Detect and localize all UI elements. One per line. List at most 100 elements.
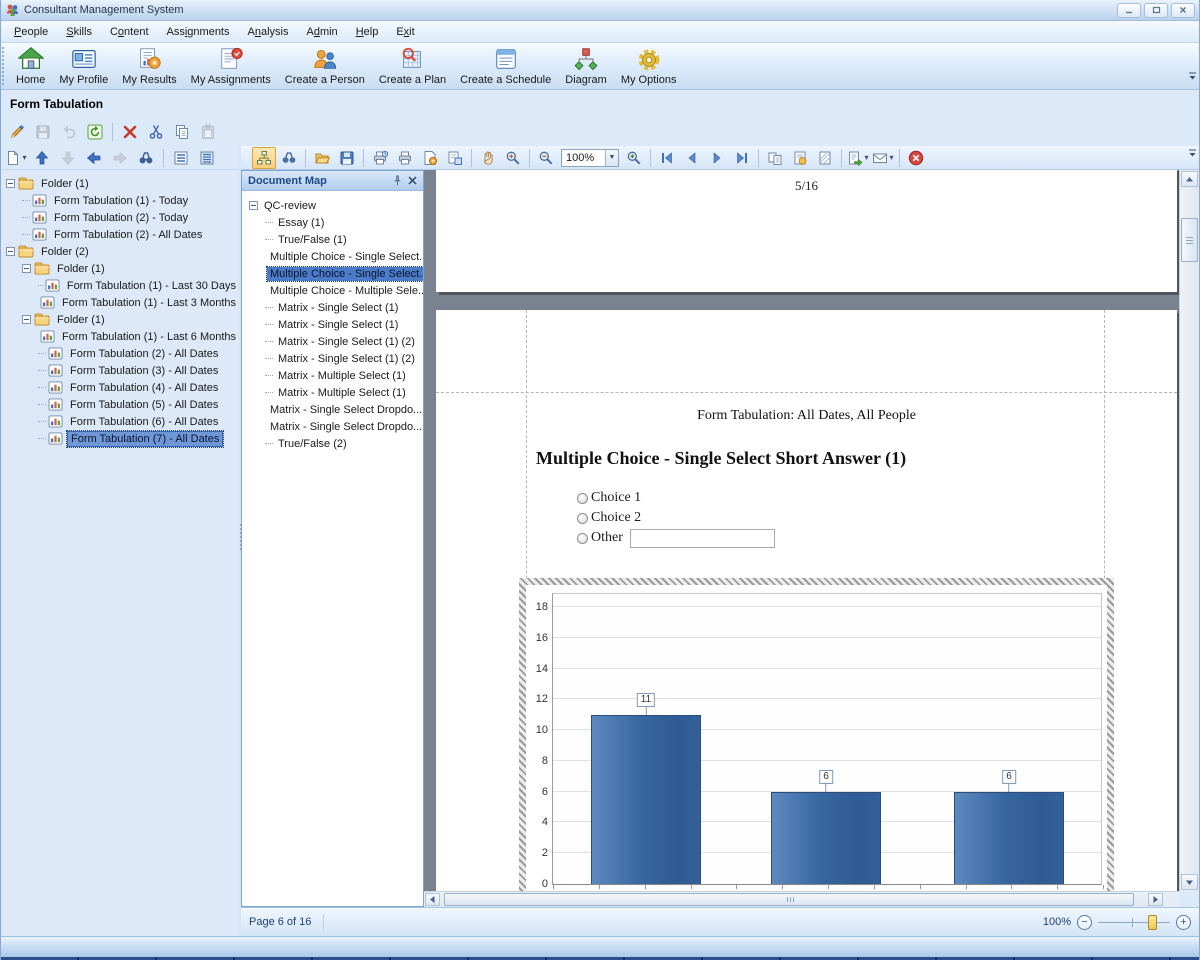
zoom-select-button[interactable] (501, 147, 525, 169)
other-answer-input[interactable] (630, 529, 775, 548)
document-map-item[interactable]: Matrix - Single Select (1) (2) (242, 333, 423, 350)
prev-page-button[interactable] (680, 147, 704, 169)
scale-page-button[interactable] (443, 147, 467, 169)
zoom-slider[interactable] (1098, 915, 1170, 930)
document-map-toggle-button[interactable] (252, 147, 276, 169)
hand-tool-button[interactable] (476, 147, 500, 169)
scroll-left-arrow[interactable] (425, 893, 440, 906)
document-map-item[interactable]: Multiple Choice - Multiple Sele... (242, 282, 423, 299)
toolbar-overflow-button[interactable] (1185, 149, 1199, 166)
export-button[interactable]: ▾ (846, 147, 870, 169)
my-assignments-button[interactable]: My Assignments (184, 43, 278, 89)
menu-content[interactable]: Content (101, 23, 158, 41)
document-map-item[interactable]: QC-review (242, 197, 423, 214)
folder-tree-item[interactable]: Form Tabulation (2) - All Dates (1, 345, 239, 362)
cut-button[interactable] (144, 121, 168, 143)
close-button[interactable] (1171, 3, 1195, 18)
folder-tree-item[interactable]: Folder (1) (1, 311, 239, 328)
pin-icon[interactable] (390, 173, 405, 188)
menu-exit[interactable]: Exit (387, 23, 423, 41)
minimize-button[interactable] (1117, 3, 1141, 18)
send-email-button[interactable]: ▾ (871, 147, 895, 169)
next-page-button[interactable] (705, 147, 729, 169)
tree-expander-icon[interactable] (6, 247, 15, 256)
document-map-item[interactable]: Matrix - Multiple Select (1) (242, 384, 423, 401)
document-map-item[interactable]: True/False (1) (242, 231, 423, 248)
dropdown-arrow-icon[interactable]: ▾ (22, 153, 26, 162)
diagram-button[interactable]: Diagram (558, 43, 614, 89)
save-report-button[interactable] (335, 147, 359, 169)
menu-assignments[interactable]: Assignments (158, 23, 239, 41)
document-map-item[interactable]: Multiple Choice - Single Select... (242, 248, 423, 265)
tree-expander-icon[interactable] (22, 315, 31, 324)
scroll-down-arrow[interactable] (1181, 874, 1198, 890)
menu-admin[interactable]: Admin (297, 23, 346, 41)
scroll-right-arrow[interactable] (1148, 893, 1163, 906)
menu-analysis[interactable]: Analysis (239, 23, 298, 41)
vertical-scroll-thumb[interactable] (1181, 218, 1198, 262)
my-results-button[interactable]: My Results (115, 43, 183, 89)
dropdown-arrow-icon[interactable]: ▾ (864, 153, 868, 162)
document-map-item[interactable]: Matrix - Single Select (1) (2) (242, 350, 423, 367)
stop-button[interactable] (904, 147, 928, 169)
create-a-schedule-button[interactable]: Create a Schedule (453, 43, 558, 89)
folder-tree-item[interactable]: Form Tabulation (1) - Today (1, 192, 239, 209)
refresh-button[interactable] (83, 121, 107, 143)
find-button[interactable] (134, 147, 158, 169)
open-file-button[interactable] (310, 147, 334, 169)
delete-button[interactable] (118, 121, 142, 143)
folder-tree-item[interactable]: Folder (2) (1, 243, 239, 260)
folder-tree-item[interactable]: Folder (1) (1, 260, 239, 277)
close-panel-icon[interactable] (405, 173, 420, 188)
zoom-in-button[interactable]: + (1176, 915, 1191, 930)
move-up-button[interactable] (30, 147, 54, 169)
toolbar-grip[interactable] (2, 47, 8, 85)
horizontal-scroll-thumb[interactable] (444, 893, 1134, 906)
folder-tree-item[interactable]: Form Tabulation (1) - Last 30 Days (1, 277, 239, 294)
first-page-button[interactable] (655, 147, 679, 169)
scroll-up-arrow[interactable] (1181, 171, 1198, 187)
new-item-button[interactable]: ▾ (4, 147, 28, 169)
watermark-button[interactable] (813, 147, 837, 169)
radio-button-icon[interactable] (577, 493, 588, 504)
folder-tree-item[interactable]: Form Tabulation (6) - All Dates (1, 413, 239, 430)
document-map-item[interactable]: Matrix - Single Select Dropdo... (242, 418, 423, 435)
last-page-button[interactable] (730, 147, 754, 169)
print-options-button[interactable] (418, 147, 442, 169)
combo-dropdown-icon[interactable]: ▼ (605, 150, 618, 166)
zoom-in-button[interactable] (622, 147, 646, 169)
tree-expander-icon[interactable] (22, 264, 31, 273)
panel-splitter[interactable] (239, 146, 241, 936)
horizontal-scrollbar[interactable] (424, 891, 1179, 907)
folder-tree-item[interactable]: Form Tabulation (1) - Last 3 Months (1, 294, 239, 311)
folder-tree-item[interactable]: Form Tabulation (7) - All Dates (1, 430, 239, 447)
create-a-plan-button[interactable]: Create a Plan (372, 43, 453, 89)
page-color-button[interactable] (788, 147, 812, 169)
zoom-out-button[interactable] (534, 147, 558, 169)
dropdown-arrow-icon[interactable]: ▾ (889, 153, 893, 162)
zoom-slider-thumb[interactable] (1148, 915, 1157, 930)
document-map-item[interactable]: True/False (2) (242, 435, 423, 452)
menu-people[interactable]: People (5, 23, 57, 41)
maximize-button[interactable] (1144, 3, 1168, 18)
radio-button-icon[interactable] (577, 513, 588, 524)
move-left-button[interactable] (82, 147, 106, 169)
folder-tree-item[interactable]: Form Tabulation (4) - All Dates (1, 379, 239, 396)
edit-pencil-button[interactable] (5, 121, 29, 143)
vertical-scrollbar[interactable] (1179, 170, 1199, 891)
menu-skills[interactable]: Skills (57, 23, 101, 41)
document-map-item[interactable]: Matrix - Multiple Select (1) (242, 367, 423, 384)
copy-button[interactable] (170, 121, 194, 143)
document-map-item[interactable]: Matrix - Single Select (1) (242, 299, 423, 316)
home-button[interactable]: Home (9, 43, 52, 89)
details-view-button[interactable] (195, 147, 219, 169)
document-map-item[interactable]: Multiple Choice - Single Select... (242, 265, 423, 282)
create-a-person-button[interactable]: Create a Person (278, 43, 372, 89)
tree-expander-icon[interactable] (249, 201, 258, 210)
menu-help[interactable]: Help (347, 23, 388, 41)
document-map-item[interactable]: Matrix - Single Select Dropdo... (242, 401, 423, 418)
folder-tree-item[interactable]: Form Tabulation (3) - All Dates (1, 362, 239, 379)
zoom-level-combobox[interactable]: 100%▼ (561, 149, 619, 167)
zoom-out-button[interactable]: − (1077, 915, 1092, 930)
folder-tree-item[interactable]: Form Tabulation (1) - Last 6 Months (1, 328, 239, 345)
